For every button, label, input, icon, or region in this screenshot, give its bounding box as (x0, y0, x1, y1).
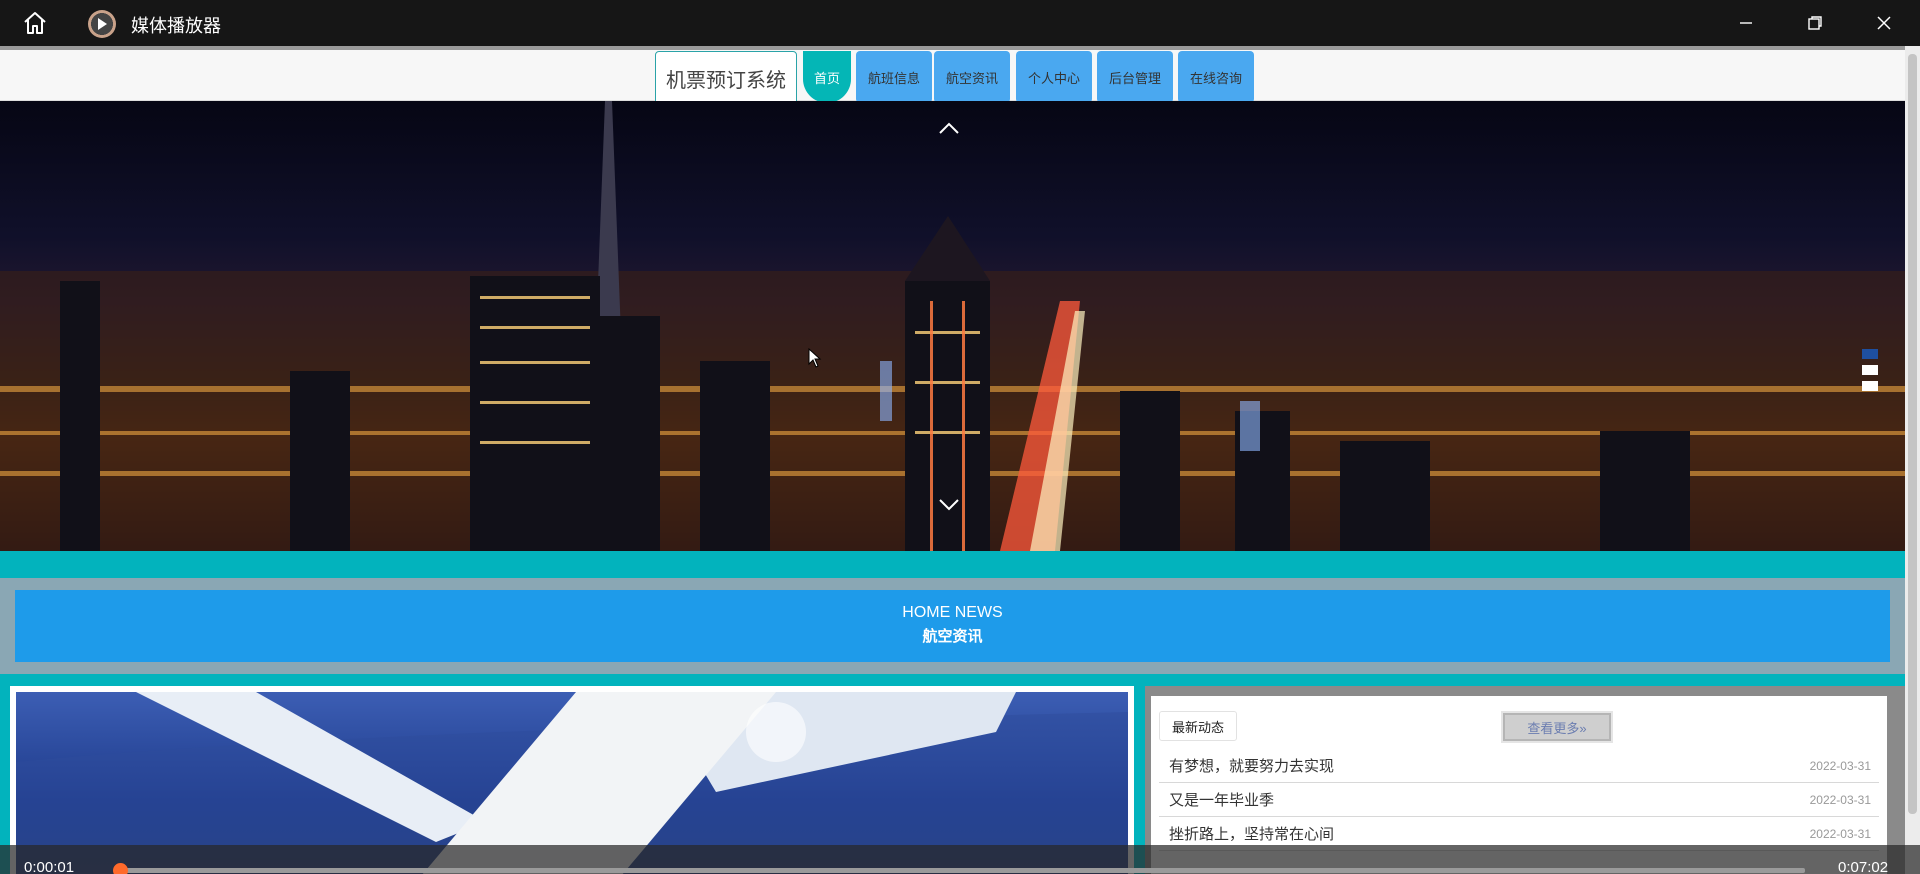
news-list: 有梦想，就要努力去实现 2022-03-31 又是一年毕业季 2022-03-3… (1159, 749, 1879, 851)
news-item-date: 2022-03-31 (1809, 758, 1871, 773)
teal-band (0, 551, 1905, 569)
playback-controls: 0:00:01 0:07:02 (0, 845, 1920, 874)
nav-aviation-news[interactable]: 航空资讯 (934, 51, 1010, 103)
seek-bar[interactable] (113, 863, 1805, 874)
current-time: 0:00:01 (24, 859, 75, 874)
site-brand[interactable]: 机票预订系统 (655, 51, 797, 105)
media-player-logo-icon (88, 10, 116, 38)
carousel-dot[interactable] (1862, 365, 1878, 375)
nav-admin[interactable]: 后台管理 (1097, 51, 1173, 103)
carousel-dot[interactable] (1862, 349, 1878, 359)
news-item-title[interactable]: 有梦想，就要努力去实现 (1169, 755, 1334, 776)
list-item[interactable]: 有梦想，就要努力去实现 2022-03-31 (1159, 749, 1879, 783)
view-more-button[interactable]: 查看更多» (1501, 711, 1613, 743)
news-item-date: 2022-03-31 (1809, 792, 1871, 807)
carousel-next-icon[interactable] (938, 498, 968, 522)
player-title-bar: 媒体播放器 (0, 0, 1920, 46)
nav-home[interactable]: 首页 (803, 51, 851, 103)
hero-carousel[interactable] (0, 101, 1905, 551)
nav-personal-center[interactable]: 个人中心 (1016, 51, 1092, 103)
nav-online-consult[interactable]: 在线咨询 (1178, 51, 1254, 103)
latest-news-tab[interactable]: 最新动态 (1159, 711, 1237, 741)
total-duration: 0:07:02 (1838, 859, 1889, 874)
vertical-scrollbar[interactable] (1905, 46, 1920, 874)
news-item-title[interactable]: 又是一年毕业季 (1169, 789, 1274, 810)
news-title-en: HOME NEWS (902, 604, 1003, 621)
news-item-date: 2022-03-31 (1809, 826, 1871, 841)
app-title: 媒体播放器 (131, 16, 221, 36)
restore-button[interactable] (1781, 0, 1849, 46)
news-item-title[interactable]: 挫折路上，坚持常在心间 (1169, 823, 1334, 844)
scrollbar-thumb[interactable] (1908, 54, 1917, 814)
news-section-banner: HOME NEWS 航空资讯 (15, 590, 1890, 662)
minimize-button[interactable] (1712, 0, 1780, 46)
nav-flight-info[interactable]: 航班信息 (856, 51, 932, 103)
mouse-cursor-icon (808, 348, 822, 368)
close-button[interactable] (1850, 0, 1918, 46)
home-icon[interactable] (22, 11, 48, 35)
carousel-prev-icon[interactable] (938, 121, 968, 145)
carousel-indicators (1862, 349, 1878, 397)
city-night-skyline-image (0, 101, 1905, 551)
site-navbar: 机票预订系统 首页 航班信息 航空资讯 个人中心 后台管理 在线咨询 (0, 50, 1905, 105)
carousel-dot[interactable] (1862, 381, 1878, 391)
seek-bar-knob[interactable] (113, 863, 129, 874)
list-item[interactable]: 又是一年毕业季 2022-03-31 (1159, 783, 1879, 817)
news-title-cn: 航空资讯 (922, 628, 983, 645)
